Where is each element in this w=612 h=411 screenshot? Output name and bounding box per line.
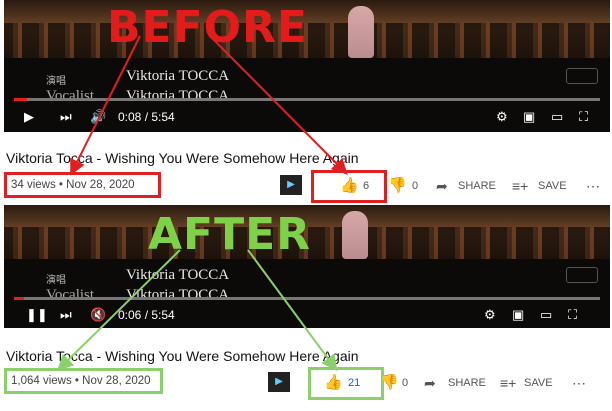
after-arrow-likes [247,249,338,372]
before-arrow-likes [209,35,348,175]
after-arrow-views [57,249,181,371]
before-arrow-views [70,35,141,176]
annotation-arrows [57,35,348,372]
